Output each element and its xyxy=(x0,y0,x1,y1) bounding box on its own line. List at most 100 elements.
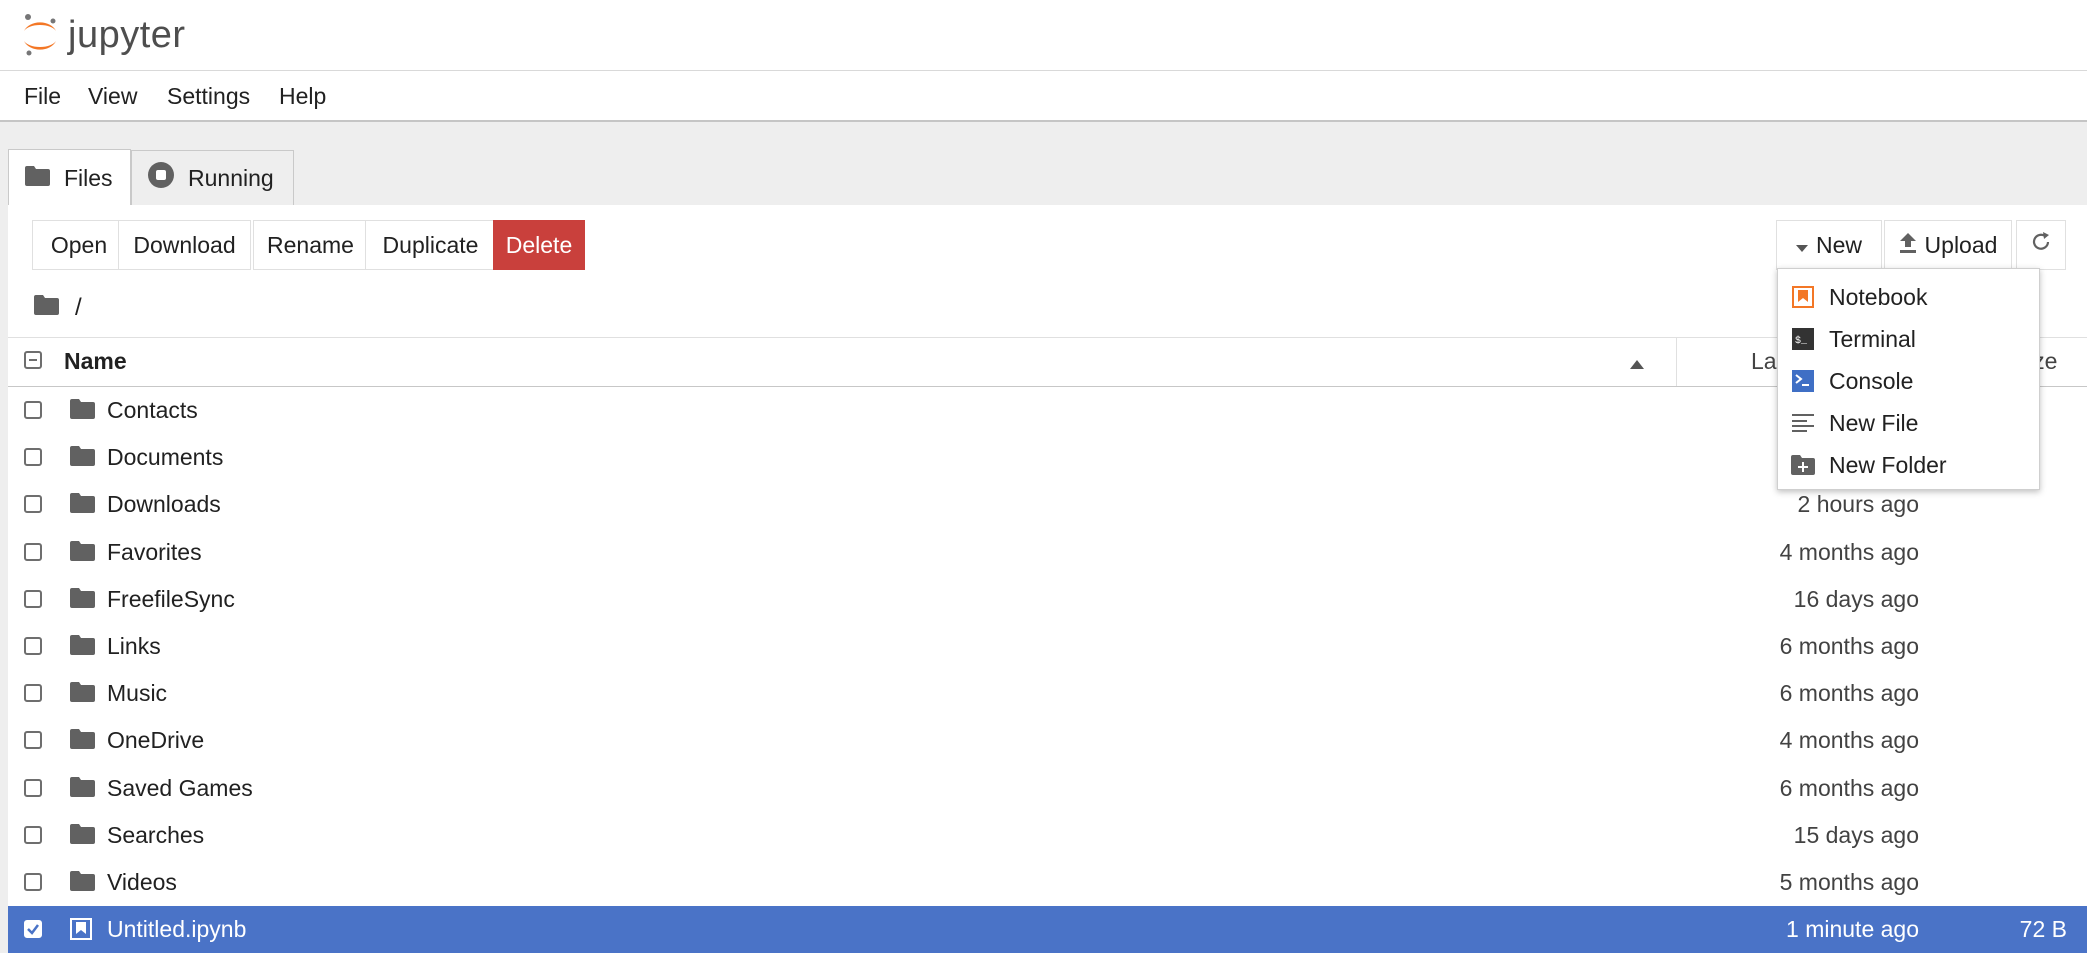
folder-icon xyxy=(70,635,95,660)
file-row[interactable]: Untitled.ipynb 1 minute ago 72 B xyxy=(8,906,2087,953)
file-name[interactable]: Untitled.ipynb xyxy=(107,916,246,943)
file-name[interactable]: FreefileSync xyxy=(107,586,235,613)
row-checkbox[interactable] xyxy=(24,920,42,941)
file-name[interactable]: Links xyxy=(107,633,161,660)
file-last-modified: 16 days ago xyxy=(1793,585,1919,612)
logo-text: jupyter xyxy=(68,13,186,56)
file-row[interactable]: OneDrive 4 months ago xyxy=(8,717,2087,764)
row-checkbox[interactable] xyxy=(24,401,42,419)
row-checkbox[interactable] xyxy=(24,495,42,514)
file-size: 72 B xyxy=(2019,916,2067,943)
file-name[interactable]: Contacts xyxy=(107,397,198,424)
row-checkbox[interactable] xyxy=(24,778,42,797)
file-row[interactable]: Favorites 4 months ago xyxy=(8,529,2087,576)
new-button-label: New xyxy=(1815,231,1862,258)
folder-icon xyxy=(70,776,95,802)
folder-icon xyxy=(70,399,95,424)
file-list-header: Name La ize xyxy=(8,337,2087,387)
terminal-icon: $_ xyxy=(1791,327,1815,351)
folder-icon xyxy=(25,165,50,192)
row-checkbox[interactable] xyxy=(24,873,42,891)
new-terminal-item[interactable]: $_ Terminal xyxy=(1778,318,2039,360)
row-checkbox[interactable] xyxy=(24,825,42,844)
file-row[interactable]: FreefileSync 16 days ago xyxy=(8,576,2087,623)
folder-icon xyxy=(70,823,95,849)
notebook-icon xyxy=(1791,285,1815,309)
download-button[interactable]: Download xyxy=(118,220,251,270)
file-name[interactable]: Music xyxy=(107,680,167,707)
file-row[interactable]: Videos 5 months ago xyxy=(8,859,2087,906)
new-console-item[interactable]: Console xyxy=(1778,360,2039,402)
notebook-icon xyxy=(70,918,92,945)
stop-circle-icon xyxy=(148,162,174,194)
sort-ascending-icon[interactable] xyxy=(1630,356,1644,374)
upload-button[interactable]: Upload xyxy=(1884,220,2012,270)
caret-down-icon xyxy=(1795,232,1808,259)
file-name[interactable]: Documents xyxy=(107,444,223,471)
file-name[interactable]: Searches xyxy=(107,822,204,849)
folder-icon xyxy=(70,682,95,707)
file-name[interactable]: Downloads xyxy=(107,491,221,518)
new-file-item[interactable]: New File xyxy=(1778,402,2039,444)
file-row[interactable]: Searches 15 days ago xyxy=(8,812,2087,859)
row-checkbox[interactable] xyxy=(24,637,42,655)
folder-icon xyxy=(70,446,95,471)
open-button[interactable]: Open xyxy=(32,220,126,270)
file-last-modified: 15 days ago xyxy=(1793,821,1919,848)
new-folder-label: New Folder xyxy=(1829,451,1947,478)
menu-file[interactable]: File xyxy=(24,83,61,110)
file-browser-panel: Open Download Rename Duplicate Delete Ne… xyxy=(8,205,2087,953)
column-name[interactable]: Name xyxy=(64,348,127,375)
menu-help[interactable]: Help xyxy=(279,83,326,110)
file-last-modified: 6 months ago xyxy=(1779,680,1919,707)
select-all-checkbox[interactable] xyxy=(24,351,42,369)
row-checkbox[interactable] xyxy=(24,589,42,608)
console-icon xyxy=(1791,369,1815,393)
row-checkbox[interactable] xyxy=(24,542,42,561)
breadcrumb-path[interactable]: / xyxy=(75,294,82,322)
tab-files[interactable]: Files xyxy=(8,149,131,206)
checkmark-icon xyxy=(26,922,40,941)
file-row[interactable]: Documents7 xyxy=(8,434,2087,481)
file-row[interactable]: Contacts6 xyxy=(8,387,2087,434)
file-last-modified: 4 months ago xyxy=(1779,727,1919,754)
duplicate-button[interactable]: Duplicate xyxy=(365,220,496,270)
file-last-modified: 4 months ago xyxy=(1779,538,1919,565)
folder-icon xyxy=(70,587,95,613)
minus-icon xyxy=(29,359,37,361)
file-row[interactable]: Downloads 2 hours ago xyxy=(8,481,2087,528)
new-notebook-item[interactable]: Notebook xyxy=(1778,276,2039,318)
file-name[interactable]: OneDrive xyxy=(107,727,204,754)
new-notebook-label: Notebook xyxy=(1829,283,1928,310)
file-row[interactable]: Saved Games 6 months ago xyxy=(8,765,2087,812)
tab-files-label: Files xyxy=(64,164,113,191)
delete-button[interactable]: Delete xyxy=(493,220,585,270)
new-button[interactable]: New xyxy=(1776,220,1882,270)
file-last-modified: 1 minute ago xyxy=(1786,916,1919,943)
menu-view[interactable]: View xyxy=(88,83,137,110)
row-checkbox[interactable] xyxy=(24,684,42,703)
new-file-label: New File xyxy=(1829,409,1919,436)
new-folder-item[interactable]: New Folder xyxy=(1778,444,2039,486)
upload-button-label: Upload xyxy=(1924,231,1998,258)
folder-icon xyxy=(70,540,95,566)
folder-icon[interactable] xyxy=(34,294,59,322)
folder-icon xyxy=(70,493,95,518)
new-folder-icon xyxy=(1791,453,1815,477)
tab-strip: Files Running xyxy=(0,122,2087,206)
file-name[interactable]: Favorites xyxy=(107,539,202,566)
menu-settings[interactable]: Settings xyxy=(167,83,250,110)
row-checkbox[interactable] xyxy=(24,731,42,750)
file-row[interactable]: Music 6 months ago xyxy=(8,670,2087,717)
folder-icon xyxy=(70,871,95,896)
column-last-modified[interactable]: La xyxy=(1751,348,1777,375)
tab-running[interactable]: Running xyxy=(131,150,294,205)
file-row[interactable]: Links 6 months ago xyxy=(8,623,2087,670)
jupyter-logo[interactable]: jupyter xyxy=(20,8,186,62)
row-checkbox[interactable] xyxy=(24,448,42,467)
rename-button[interactable]: Rename xyxy=(253,220,368,270)
refresh-button[interactable] xyxy=(2016,220,2066,270)
file-name[interactable]: Saved Games xyxy=(107,775,253,802)
file-name[interactable]: Videos xyxy=(107,869,177,896)
folder-icon xyxy=(70,729,95,754)
